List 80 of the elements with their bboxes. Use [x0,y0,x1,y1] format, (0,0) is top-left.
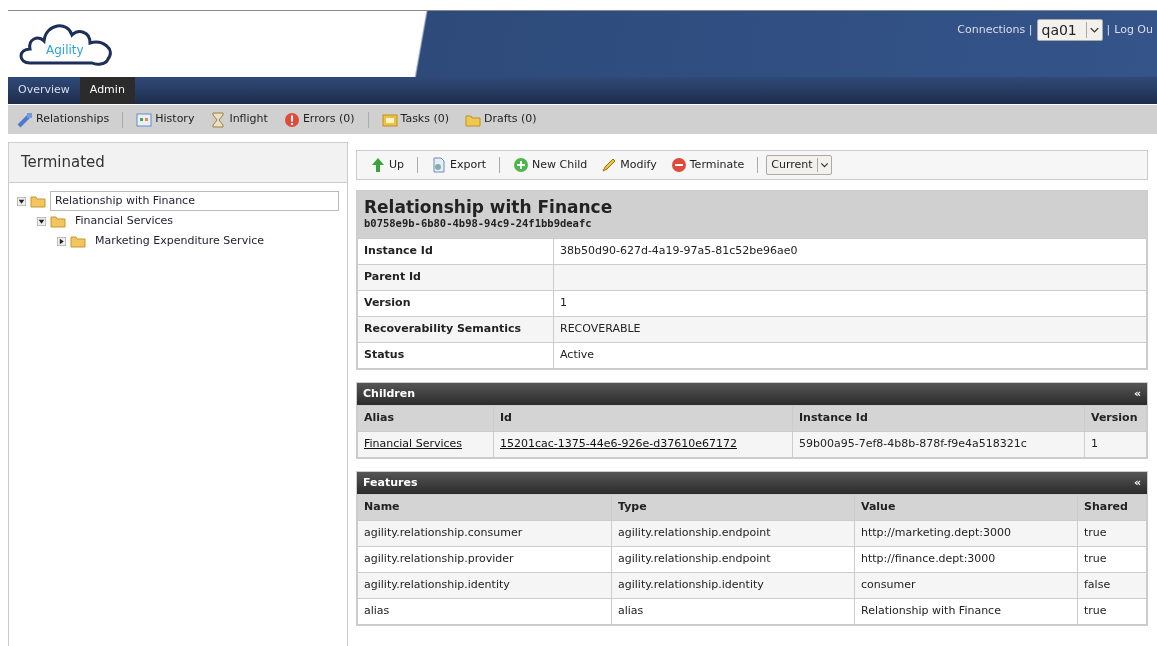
calendar-icon [136,111,153,128]
section-title: Features [363,474,418,491]
separator-text: | [1106,21,1111,38]
table-cell: agility.relationship.provider [357,546,612,573]
column-header: Type [611,494,855,521]
panel-title: Terminated [9,143,347,183]
folder-icon [29,193,47,209]
property-label: Version [357,290,554,317]
table-cell: 59b00a95-7ef8-4b8b-878f-f9e4a518321c [792,431,1085,458]
collapse-button[interactable]: « [1133,385,1141,402]
property-value: RECOVERABLE [553,316,1147,343]
column-header: Id [493,405,793,432]
action-button[interactable]: New Child [508,156,593,174]
property-label: Status [357,342,554,369]
column-header: Alias [357,405,494,432]
export-icon [431,157,448,173]
table-cell: agility.relationship.consumer [357,520,612,547]
expander-icon[interactable] [37,216,46,226]
caret-icon [1085,22,1102,38]
toolbar-button[interactable]: Errors (0) [278,111,360,128]
up-arrow-icon [370,157,386,173]
toolbar-button[interactable]: Inflight [205,111,273,128]
table-cell: true [1077,598,1147,625]
folder-icon [49,213,67,229]
property-value: Active [553,342,1147,369]
column-header: Shared [1077,494,1147,521]
property-label: Parent Id [357,264,554,291]
action-button[interactable]: Terminate [665,156,750,174]
table-cell: http://finance.dept:3000 [854,546,1078,573]
task-folder-icon [381,111,398,128]
column-header: Version [1084,405,1147,432]
column-header: Value [854,494,1078,521]
expander-icon[interactable] [17,196,26,206]
pencil-icon [601,157,618,173]
table-cell: true [1077,520,1147,547]
version-select[interactable]: Current [766,155,832,175]
error-icon [283,111,300,128]
table-cell: alias [357,598,612,625]
logout-link[interactable]: Log Ou [1114,21,1153,39]
table-cell: true [1077,546,1147,573]
collapse-button[interactable]: « [1133,474,1141,491]
caret-icon [816,158,831,172]
folder-icon [69,233,87,249]
property-label: Instance Id [357,238,554,265]
connection-select[interactable]: qa01 [1036,19,1103,41]
property-value: 38b50d90-627d-4a19-97a5-81c52be96ae0 [553,238,1147,265]
table-cell: agility.relationship.identity [611,572,855,599]
detail-subtitle: b0758e9b-6b80-4b98-94c9-24f1bb9deafc [364,217,593,231]
section-title: Children [363,385,416,402]
toolbar-button[interactable]: Relationships [12,111,115,128]
connections-label: Connections | [957,21,1033,38]
tree-item[interactable]: Marketing Expenditure Service [90,230,270,252]
table-cell: agility.relationship.identity [357,572,612,599]
tree-item[interactable]: Financial Services [70,210,179,232]
toolbar-button[interactable]: Tasks (0) [376,111,455,128]
property-value: 1 [553,290,1147,317]
add-icon [513,157,530,173]
column-header: Name [357,494,612,521]
table-cell: false [1077,572,1147,599]
table-cell: Relationship with Finance [854,598,1078,625]
action-button[interactable]: Export [426,156,492,174]
table-cell: agility.relationship.endpoint [611,546,855,573]
action-button[interactable]: Up [365,156,410,174]
expander-icon[interactable] [57,236,66,246]
property-label: Recoverability Semantics [357,316,554,343]
table-cell: http://marketing.dept:3000 [854,520,1078,547]
terminate-icon [670,157,687,173]
column-header: Instance Id [792,405,1085,432]
plug-icon [17,111,33,128]
hourglass-icon [210,111,227,128]
nav-tab[interactable]: Admin [79,77,135,104]
toolbar-button[interactable]: Drafts (0) [460,111,542,128]
tree-item[interactable]: Relationship with Finance [50,190,339,212]
nav-tab[interactable]: Overview [8,77,80,104]
table-cell: alias [611,598,855,625]
table-cell: agility.relationship.endpoint [611,520,855,547]
table-cell: consumer [854,572,1078,599]
toolbar-button[interactable]: History [131,111,200,128]
action-button[interactable]: Modify [596,156,662,174]
detail-title: Relationship with Finance [364,199,614,216]
